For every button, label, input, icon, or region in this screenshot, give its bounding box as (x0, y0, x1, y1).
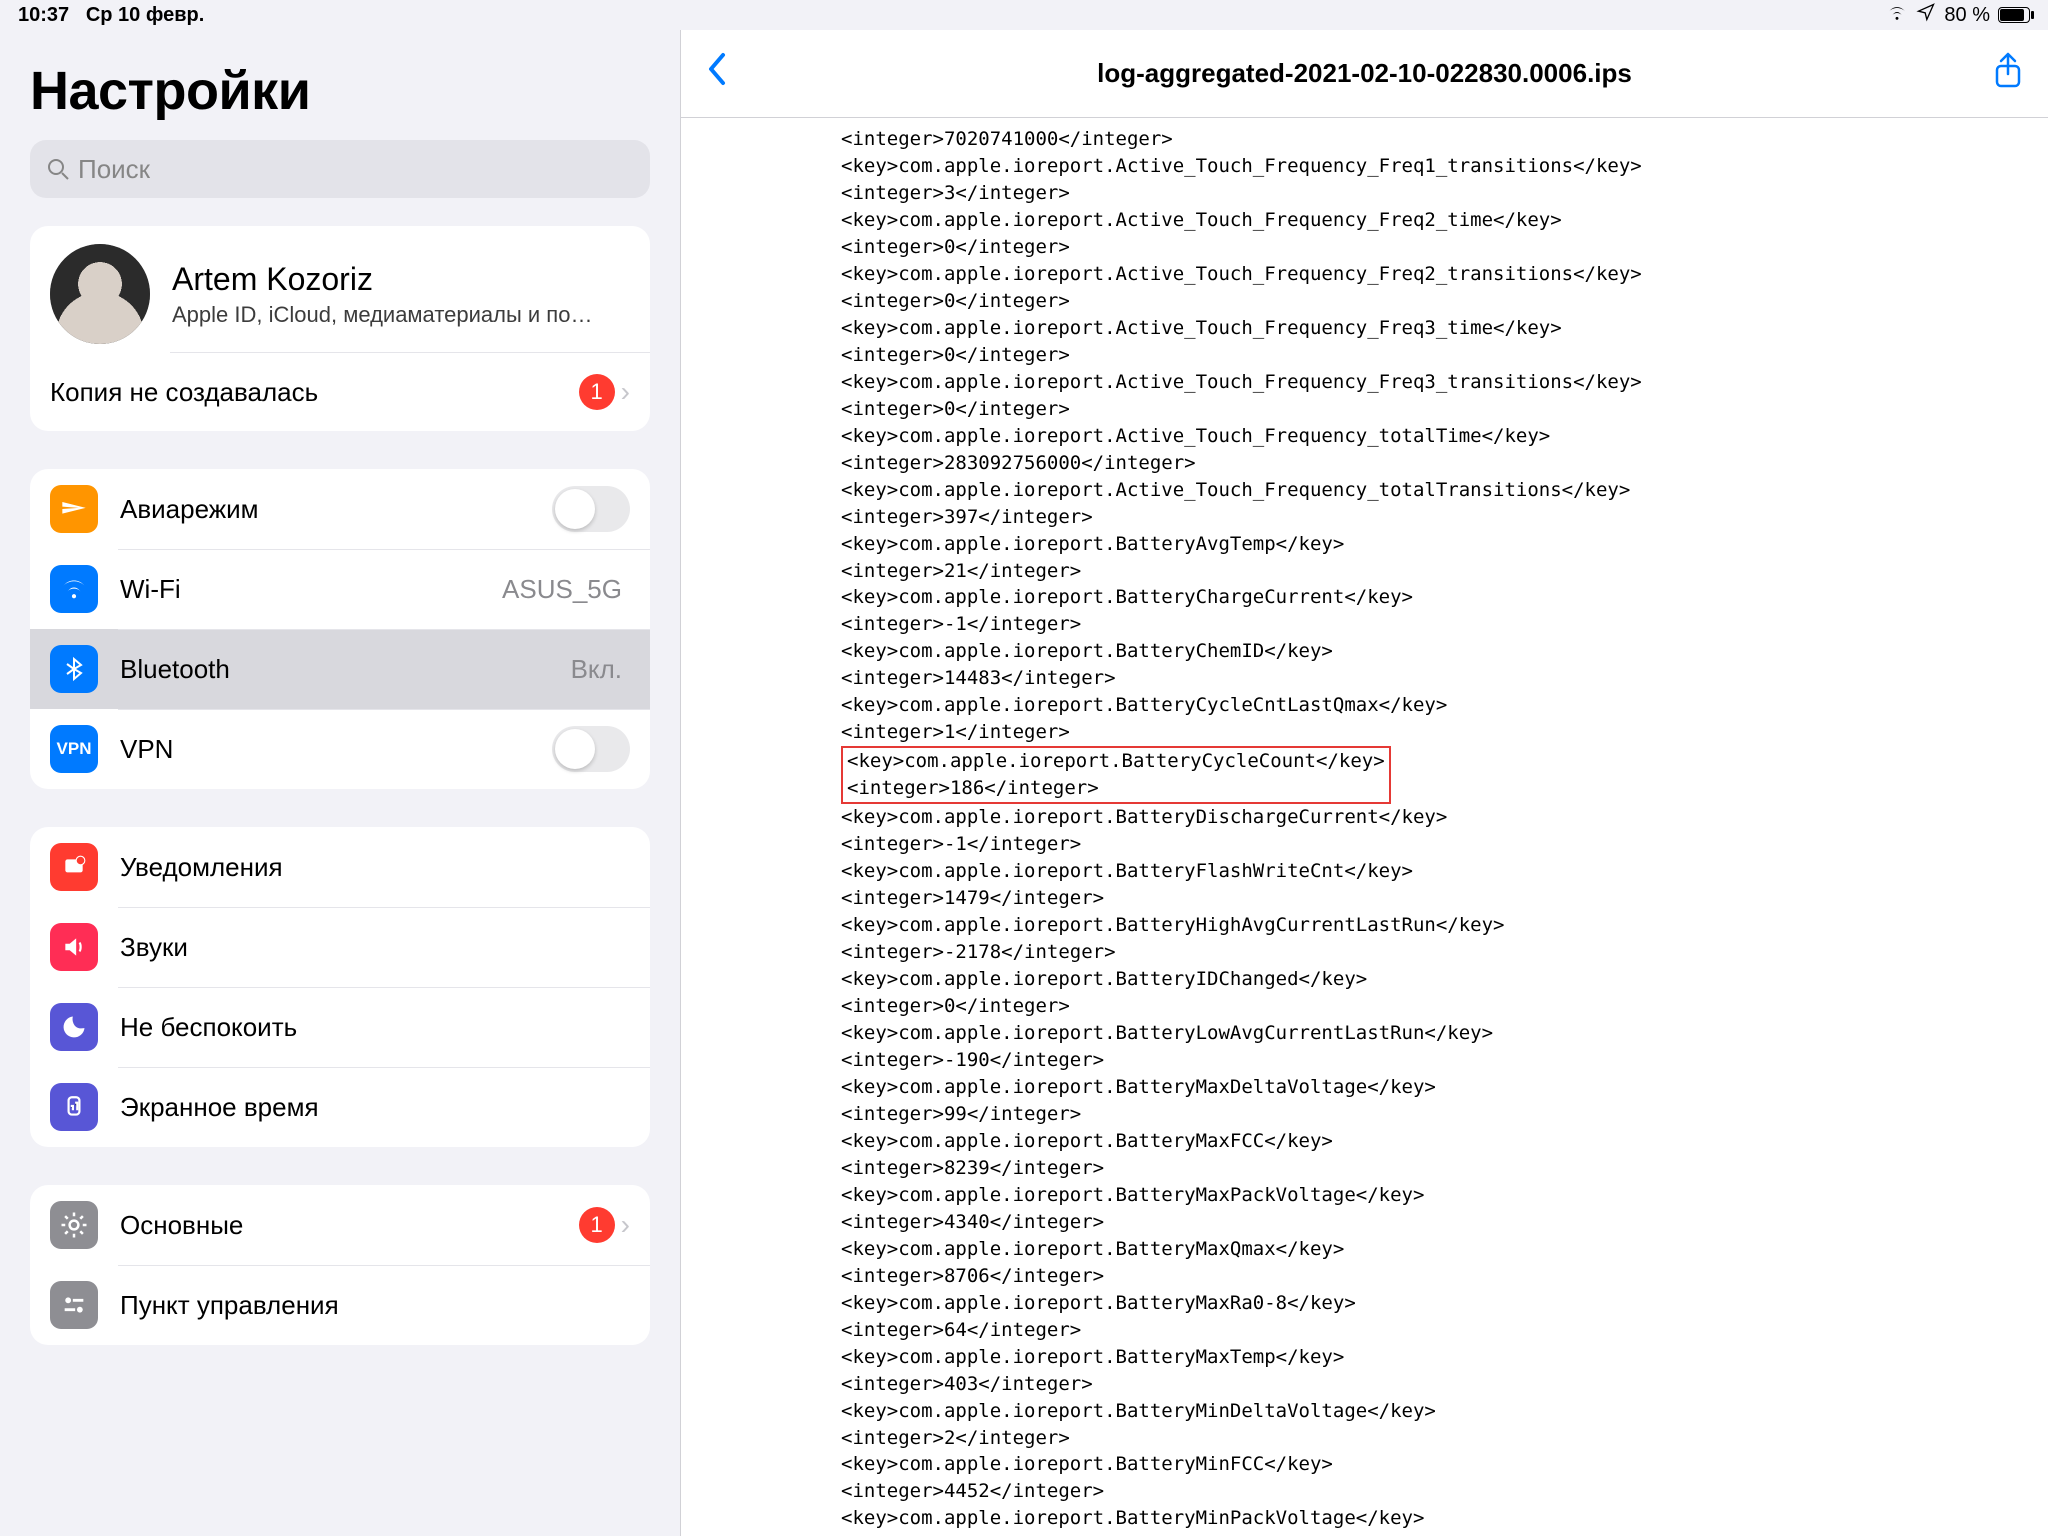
sidebar-item-label: Bluetooth (120, 654, 571, 685)
sidebar-item-label: VPN (120, 734, 552, 765)
sidebar-item-screentime[interactable]: Экранное время (30, 1067, 650, 1147)
sidebar-item-label: Wi-Fi (120, 574, 502, 605)
sidebar-item-sounds[interactable]: Звуки (30, 907, 650, 987)
battery-percent: 80 % (1944, 4, 1990, 27)
page-title: Настройки (30, 60, 650, 122)
gear-icon (50, 1201, 98, 1249)
badge-general: 1 (579, 1207, 615, 1243)
back-button[interactable] (705, 51, 745, 97)
sidebar-item-label: Пункт управления (120, 1290, 630, 1321)
sidebar-item-general[interactable]: Основные 1 › (30, 1185, 650, 1265)
control-center-icon (50, 1281, 98, 1329)
toggle-vpn[interactable] (552, 726, 630, 772)
search-placeholder: Поиск (78, 154, 150, 185)
sidebar-item-label: Не беспокоить (120, 1012, 630, 1043)
nav-bar: log-aggregated-2021-02-10-022830.0006.ip… (681, 30, 2048, 118)
avatar (50, 244, 150, 344)
search-icon (46, 157, 70, 181)
wifi-icon (1886, 3, 1908, 27)
apple-id-card: Artem Kozoriz Apple ID, iCloud, медиамат… (30, 226, 650, 431)
apple-id-row[interactable]: Artem Kozoriz Apple ID, iCloud, медиамат… (30, 226, 650, 352)
screentime-icon (50, 1083, 98, 1131)
settings-sidebar: Настройки Поиск Artem Kozoriz Apple ID, … (0, 30, 680, 1536)
sidebar-item-label: Авиарежим (120, 494, 552, 525)
vpn-icon: VPN (50, 725, 98, 773)
wifi-settings-icon (50, 565, 98, 613)
search-input[interactable]: Поиск (30, 140, 650, 198)
group-alerts: Уведомления Звуки Не беспокоить Экранное… (30, 827, 650, 1147)
badge-backup: 1 (579, 374, 615, 410)
sidebar-item-label: Уведомления (120, 852, 630, 883)
chevron-icon: › (621, 1209, 630, 1241)
sidebar-item-label: Основные (120, 1210, 579, 1241)
sidebar-item-label: Экранное время (120, 1092, 630, 1123)
status-date: Ср 10 февр. (86, 4, 204, 26)
sidebar-item-dnd[interactable]: Не беспокоить (30, 987, 650, 1067)
share-button[interactable] (1992, 52, 2024, 95)
content-pane: log-aggregated-2021-02-10-022830.0006.ip… (680, 30, 2048, 1536)
backup-row[interactable]: Копия не создавалась 1 › (30, 353, 650, 431)
sidebar-item-vpn[interactable]: VPN VPN (30, 709, 650, 789)
bluetooth-value: Вкл. (571, 654, 622, 685)
sidebar-item-notifications[interactable]: Уведомления (30, 827, 650, 907)
airplane-icon (50, 485, 98, 533)
sidebar-item-controlcenter[interactable]: Пункт управления (30, 1265, 650, 1345)
location-icon (1916, 2, 1936, 28)
status-time: 10:37 (18, 4, 69, 26)
battery-icon (1998, 7, 2030, 23)
apple-id-subtitle: Apple ID, iCloud, медиаматериалы и по… (172, 302, 592, 328)
sounds-icon (50, 923, 98, 971)
backup-label: Копия не создавалась (50, 377, 579, 408)
chevron-icon: › (621, 376, 630, 408)
sidebar-item-bluetooth[interactable]: Bluetooth Вкл. (30, 629, 650, 709)
group-network: Авиарежим Wi-Fi ASUS_5G Bluetooth Вкл. V… (30, 469, 650, 789)
toggle-airplane[interactable] (552, 486, 630, 532)
apple-id-name: Artem Kozoriz (172, 261, 592, 298)
sidebar-item-label: Звуки (120, 932, 630, 963)
log-content[interactable]: <integer>7020741000</integer><key>com.ap… (681, 118, 2048, 1536)
group-general: Основные 1 › Пункт управления (30, 1185, 650, 1345)
wifi-value: ASUS_5G (502, 574, 622, 605)
bluetooth-icon (50, 645, 98, 693)
sidebar-item-airplane[interactable]: Авиарежим (30, 469, 650, 549)
file-title: log-aggregated-2021-02-10-022830.0006.ip… (681, 58, 2048, 89)
status-bar: 10:37 Ср 10 февр. 80 % (0, 0, 2048, 30)
sidebar-item-wifi[interactable]: Wi-Fi ASUS_5G (30, 549, 650, 629)
dnd-icon (50, 1003, 98, 1051)
notifications-icon (50, 843, 98, 891)
